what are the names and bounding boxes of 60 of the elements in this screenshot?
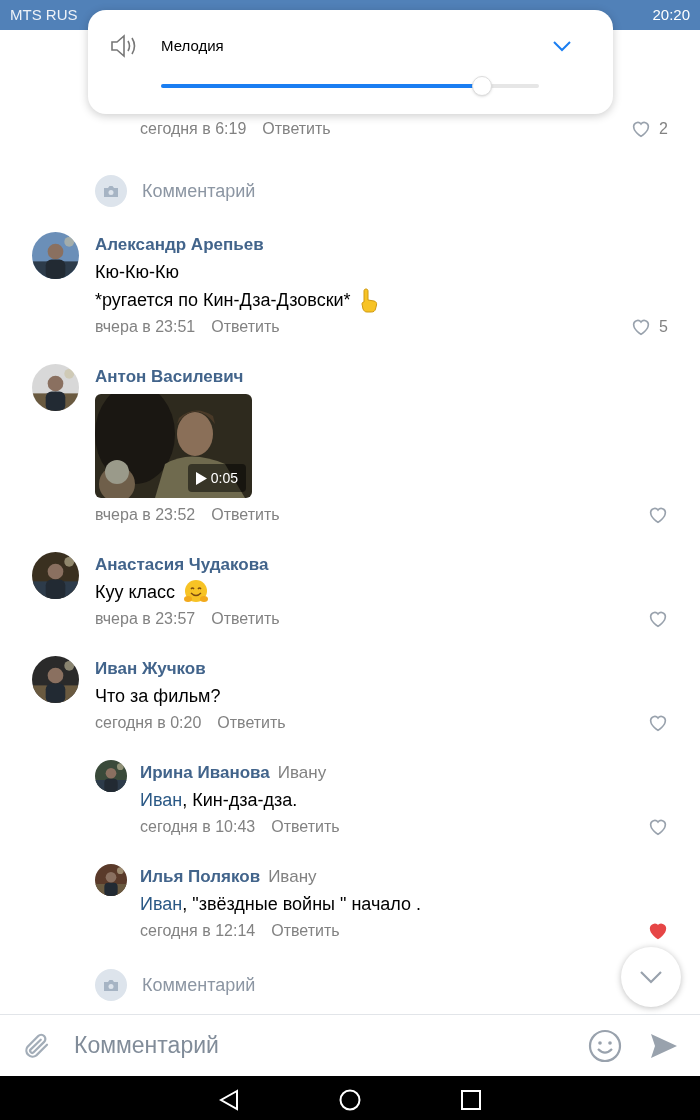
video-thumbnail[interactable]: 0:05 xyxy=(95,394,252,498)
author-name[interactable]: Анастасия Чудакова xyxy=(95,552,269,578)
author-name[interactable]: Александр Арепьев xyxy=(95,232,264,258)
heart-icon[interactable] xyxy=(648,714,668,732)
speaker-icon xyxy=(110,34,138,58)
comment-time: сегодня в 10:43 xyxy=(140,817,256,837)
reply-link[interactable]: Ответить xyxy=(211,315,280,339)
smiley-icon[interactable] xyxy=(588,1028,622,1063)
heart-icon[interactable] xyxy=(648,922,668,940)
comment-text: , "звёздные войны " начало . xyxy=(182,892,422,916)
comment-time: вчера в 23:51 xyxy=(95,317,196,337)
comment-time: сегодня в 12:14 xyxy=(140,921,256,941)
comment-time: сегодня в 0:20 xyxy=(95,713,202,733)
comment-text: Куу класс xyxy=(95,580,176,604)
reply-link[interactable]: Ответить xyxy=(271,919,340,943)
reply-link[interactable]: Ответить xyxy=(262,117,331,141)
heart-icon[interactable] xyxy=(631,318,652,336)
like-count: 2 xyxy=(659,119,668,139)
reply-link[interactable]: Ответить xyxy=(211,607,280,631)
chevron-down-icon xyxy=(639,970,663,984)
author-name[interactable]: Антон Василевич xyxy=(95,364,244,390)
comment-time: вчера в 23:52 xyxy=(95,505,196,525)
like-count: 5 xyxy=(659,317,668,337)
volume-slider[interactable] xyxy=(161,76,539,96)
mention-link[interactable]: Иван xyxy=(140,890,183,918)
heart-icon[interactable] xyxy=(648,818,668,836)
send-icon[interactable] xyxy=(650,1031,678,1060)
author-name[interactable]: Ирина Иванова xyxy=(140,760,270,786)
comment-text: , Кин-дза-дза. xyxy=(182,788,298,812)
camera-icon xyxy=(103,184,119,198)
reply-link[interactable]: Ответить xyxy=(211,503,280,527)
smiley-hug-icon xyxy=(183,579,210,605)
video-duration: 0:05 xyxy=(210,468,238,488)
scroll-down-button[interactable] xyxy=(621,947,681,1007)
reply-link[interactable]: Ответить xyxy=(271,815,340,839)
reply-target: Ивану xyxy=(277,762,327,785)
back-icon[interactable] xyxy=(219,1089,239,1111)
comment-field[interactable]: Комментарий xyxy=(74,1028,588,1063)
comment-text: Кю-Кю-Кю xyxy=(95,260,179,284)
comment-text: *ругается по Кин-Дза-Дзовски* xyxy=(95,288,351,312)
chevron-down-icon[interactable] xyxy=(553,40,571,52)
comment-text: Что за фильм? xyxy=(95,684,221,708)
status-time: 20:20 xyxy=(652,4,690,25)
reply-link[interactable]: Ответить xyxy=(217,711,286,735)
heart-icon[interactable] xyxy=(631,120,652,138)
play-icon xyxy=(195,471,207,485)
comment-time: сегодня в 6:19 xyxy=(140,119,247,139)
camera-icon xyxy=(103,978,119,992)
author-name[interactable]: Иван Жучков xyxy=(95,656,206,682)
home-icon[interactable] xyxy=(339,1089,361,1111)
heart-icon[interactable] xyxy=(648,506,668,524)
carrier-name: MTS RUS xyxy=(10,4,78,25)
slider-thumb[interactable] xyxy=(472,76,493,96)
mention-link[interactable]: Иван xyxy=(140,786,183,814)
reply-target: Ивану xyxy=(268,866,317,889)
volume-label: Мелодия xyxy=(161,35,224,56)
heart-icon[interactable] xyxy=(648,610,668,628)
comment-time: вчера в 23:57 xyxy=(95,609,196,629)
recents-icon[interactable] xyxy=(461,1090,481,1110)
author-name[interactable]: Илья Поляков xyxy=(140,864,261,890)
